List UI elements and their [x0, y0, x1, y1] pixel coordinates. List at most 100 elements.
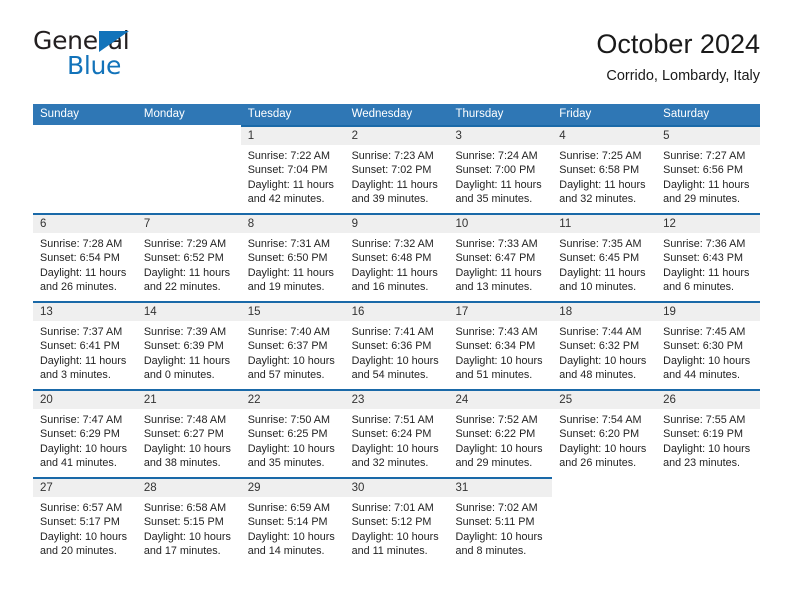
day-sunset-text: Sunset: 5:14 PM [247, 516, 328, 529]
day-details: Sunrise: 7:32 AM Sunset: 6:48 PM Daylight:… [345, 233, 449, 295]
day-cell[interactable]: 12 Sunrise: 7:36 AM Sunset: 6:43 PM Dayligh… [656, 213, 761, 301]
day-number: 17 [448, 303, 553, 321]
day-cell[interactable]: 31 Sunrise: 7:02 AM Sunset: 5:11 PM Dayligh… [448, 477, 553, 565]
day-cell[interactable]: 4 Sunrise: 7:25 AM Sunset: 6:58 PM Daylight… [552, 125, 657, 213]
day-cell[interactable]: 27 Sunrise: 6:57 AM Sunset: 5:17 PM Dayligh… [33, 477, 137, 565]
day-daylight1-text: Daylight: 11 hours [247, 266, 334, 279]
day-number: 21 [136, 391, 241, 409]
day-details: Sunrise: 7:36 AM Sunset: 6:43 PM Daylight:… [656, 233, 760, 295]
day-cell[interactable]: 24 Sunrise: 7:52 AM Sunset: 6:22 PM Dayligh… [448, 389, 553, 477]
day-sunset-text: Sunset: 6:24 PM [351, 428, 432, 441]
day-daylight2-text: and 29 minutes. [663, 193, 740, 206]
day-cell[interactable]: 23 Sunrise: 7:51 AM Sunset: 6:24 PM Dayligh… [344, 389, 449, 477]
day-sunrise-text: Sunrise: 7:25 AM [559, 150, 642, 162]
calendar-weeks: 1 Sunrise: 7:22 AM Sunset: 7:04 PM Daylight… [33, 125, 761, 565]
day-daylight1-text: Daylight: 11 hours [247, 178, 334, 191]
weekday-header-wednesday: Wednesday [351, 108, 413, 120]
day-cell[interactable]: 10 Sunrise: 7:33 AM Sunset: 6:47 PM Dayligh… [448, 213, 553, 301]
day-sunrise-text: Sunrise: 7:50 AM [247, 414, 330, 426]
day-cell[interactable]: 2 Sunrise: 7:23 AM Sunset: 7:02 PM Daylight… [344, 125, 449, 213]
day-cell[interactable]: 20 Sunrise: 7:47 AM Sunset: 6:29 PM Dayligh… [33, 389, 137, 477]
day-sunrise-text: Sunrise: 7:48 AM [143, 414, 227, 426]
day-cell[interactable]: 3 Sunrise: 7:24 AM Sunset: 7:00 PM Daylight… [448, 125, 553, 213]
logo-text-blue: Blue [67, 51, 122, 80]
day-daylight2-text: and 16 minutes. [351, 281, 429, 294]
day-sunset-text: Sunset: 6:19 PM [663, 428, 743, 441]
day-cell-inner: 24 Sunrise: 7:52 AM Sunset: 6:22 PM Dayligh… [448, 389, 553, 477]
calendar-week-row: 1 Sunrise: 7:22 AM Sunset: 7:04 PM Daylight… [33, 125, 761, 213]
day-sunset-text: Sunset: 6:37 PM [247, 340, 328, 353]
day-cell[interactable]: 15 Sunrise: 7:40 AM Sunset: 6:37 PM Dayligh… [240, 301, 345, 389]
weekday-header-row: Sunday Monday Tuesday Wednesday Thursday Frid… [33, 104, 760, 125]
day-sunset-text: Sunset: 6:43 PM [663, 252, 743, 265]
day-details: Sunrise: 6:57 AM Sunset: 5:17 PM Daylight:… [33, 497, 137, 559]
logo-triangle-icon [99, 31, 129, 52]
day-sunset-text: Sunset: 5:15 PM [143, 516, 224, 529]
day-daylight1-text: Daylight: 10 hours [247, 530, 335, 543]
day-cell[interactable]: 26 Sunrise: 7:55 AM Sunset: 6:19 PM Dayligh… [656, 389, 761, 477]
day-number: 3 [448, 127, 553, 145]
day-sunrise-text: Sunrise: 7:22 AM [247, 150, 330, 162]
day-cell[interactable]: 22 Sunrise: 7:50 AM Sunset: 6:25 PM Dayligh… [240, 389, 345, 477]
day-cell[interactable]: 16 Sunrise: 7:41 AM Sunset: 6:36 PM Dayligh… [344, 301, 449, 389]
day-cell[interactable]: 17 Sunrise: 7:43 AM Sunset: 6:34 PM Dayligh… [448, 301, 553, 389]
day-cell[interactable]: 28 Sunrise: 6:58 AM Sunset: 5:15 PM Dayligh… [136, 477, 241, 565]
day-cell[interactable]: 21 Sunrise: 7:48 AM Sunset: 6:27 PM Dayligh… [136, 389, 241, 477]
day-sunrise-text: Sunrise: 7:29 AM [143, 238, 227, 250]
day-cell-inner: 13 Sunrise: 7:37 AM Sunset: 6:41 PM Dayligh… [33, 301, 137, 389]
day-sunrise-text: Sunrise: 7:27 AM [663, 150, 746, 162]
day-details: Sunrise: 6:58 AM Sunset: 5:15 PM Daylight:… [137, 497, 241, 559]
day-cell[interactable]: 8 Sunrise: 7:31 AM Sunset: 6:50 PM Daylight… [240, 213, 345, 301]
day-daylight1-text: Daylight: 10 hours [40, 442, 128, 455]
day-details: Sunrise: 7:41 AM Sunset: 6:36 PM Daylight:… [345, 321, 449, 383]
day-sunset-text: Sunset: 6:30 PM [663, 340, 743, 353]
day-daylight2-text: and 10 minutes. [559, 281, 637, 294]
day-cell[interactable]: 25 Sunrise: 7:54 AM Sunset: 6:20 PM Dayligh… [552, 389, 657, 477]
day-number: 16 [344, 303, 449, 321]
day-details: Sunrise: 7:47 AM Sunset: 6:29 PM Daylight:… [33, 409, 137, 471]
day-cell[interactable]: 13 Sunrise: 7:37 AM Sunset: 6:41 PM Dayligh… [33, 301, 137, 389]
day-cell[interactable]: 6 Sunrise: 7:28 AM Sunset: 6:54 PM Daylight… [33, 213, 137, 301]
day-number: 25 [552, 391, 657, 409]
day-cell[interactable]: 5 Sunrise: 7:27 AM Sunset: 6:56 PM Daylight… [656, 125, 761, 213]
calendar-week-row: 6 Sunrise: 7:28 AM Sunset: 6:54 PM Daylight… [33, 213, 761, 301]
day-number [33, 125, 137, 143]
day-daylight2-text: and 6 minutes. [663, 281, 734, 294]
day-daylight1-text: Daylight: 11 hours [663, 178, 750, 191]
day-number: 2 [344, 127, 449, 145]
day-cell[interactable]: 19 Sunrise: 7:45 AM Sunset: 6:30 PM Dayligh… [656, 301, 761, 389]
day-cell[interactable]: 9 Sunrise: 7:32 AM Sunset: 6:48 PM Daylight… [344, 213, 449, 301]
day-daylight1-text: Daylight: 11 hours [663, 266, 750, 279]
day-sunset-text: Sunset: 6:25 PM [247, 428, 328, 441]
day-cell-inner: 27 Sunrise: 6:57 AM Sunset: 5:17 PM Dayligh… [33, 477, 137, 565]
day-cell[interactable]: 14 Sunrise: 7:39 AM Sunset: 6:39 PM Dayligh… [136, 301, 241, 389]
day-daylight1-text: Daylight: 10 hours [143, 442, 231, 455]
day-cell[interactable]: 18 Sunrise: 7:44 AM Sunset: 6:32 PM Dayligh… [552, 301, 657, 389]
day-number [137, 125, 241, 143]
day-cell[interactable]: 1 Sunrise: 7:22 AM Sunset: 7:04 PM Daylight… [240, 125, 345, 213]
day-cell[interactable]: 29 Sunrise: 6:59 AM Sunset: 5:14 PM Dayligh… [240, 477, 345, 565]
day-number: 4 [552, 127, 657, 145]
day-cell-inner: 15 Sunrise: 7:40 AM Sunset: 6:37 PM Dayligh… [240, 301, 345, 389]
day-number: 22 [240, 391, 345, 409]
day-cell-inner: 22 Sunrise: 7:50 AM Sunset: 6:25 PM Dayligh… [240, 389, 345, 477]
day-number: 24 [448, 391, 553, 409]
day-cell-inner: 9 Sunrise: 7:32 AM Sunset: 6:48 PM Daylight… [344, 213, 449, 301]
day-daylight2-text: and 51 minutes. [455, 369, 533, 382]
day-number: 23 [344, 391, 449, 409]
day-daylight1-text: Daylight: 11 hours [351, 266, 438, 279]
day-cell[interactable]: 30 Sunrise: 7:01 AM Sunset: 5:12 PM Dayligh… [344, 477, 449, 565]
weekday-header-friday: Friday [559, 108, 592, 120]
calendar-week-row: 13 Sunrise: 7:37 AM Sunset: 6:41 PM Dayligh… [33, 301, 761, 389]
day-daylight2-text: and 41 minutes. [40, 457, 117, 470]
day-sunrise-text: Sunrise: 7:24 AM [455, 150, 538, 162]
day-details: Sunrise: 7:31 AM Sunset: 6:50 PM Daylight:… [241, 233, 345, 295]
day-sunset-text: Sunset: 7:04 PM [247, 164, 328, 177]
day-number: 18 [552, 303, 657, 321]
day-sunset-text: Sunset: 7:00 PM [455, 164, 536, 177]
generalblue-logo[interactable]: General Blue [33, 28, 263, 90]
day-cell[interactable]: 11 Sunrise: 7:35 AM Sunset: 6:45 PM Dayligh… [552, 213, 657, 301]
day-details: Sunrise: 7:01 AM Sunset: 5:12 PM Daylight:… [345, 497, 449, 559]
day-details: Sunrise: 7:44 AM Sunset: 6:32 PM Daylight:… [552, 321, 656, 383]
day-cell[interactable]: 7 Sunrise: 7:29 AM Sunset: 6:52 PM Daylight… [136, 213, 241, 301]
